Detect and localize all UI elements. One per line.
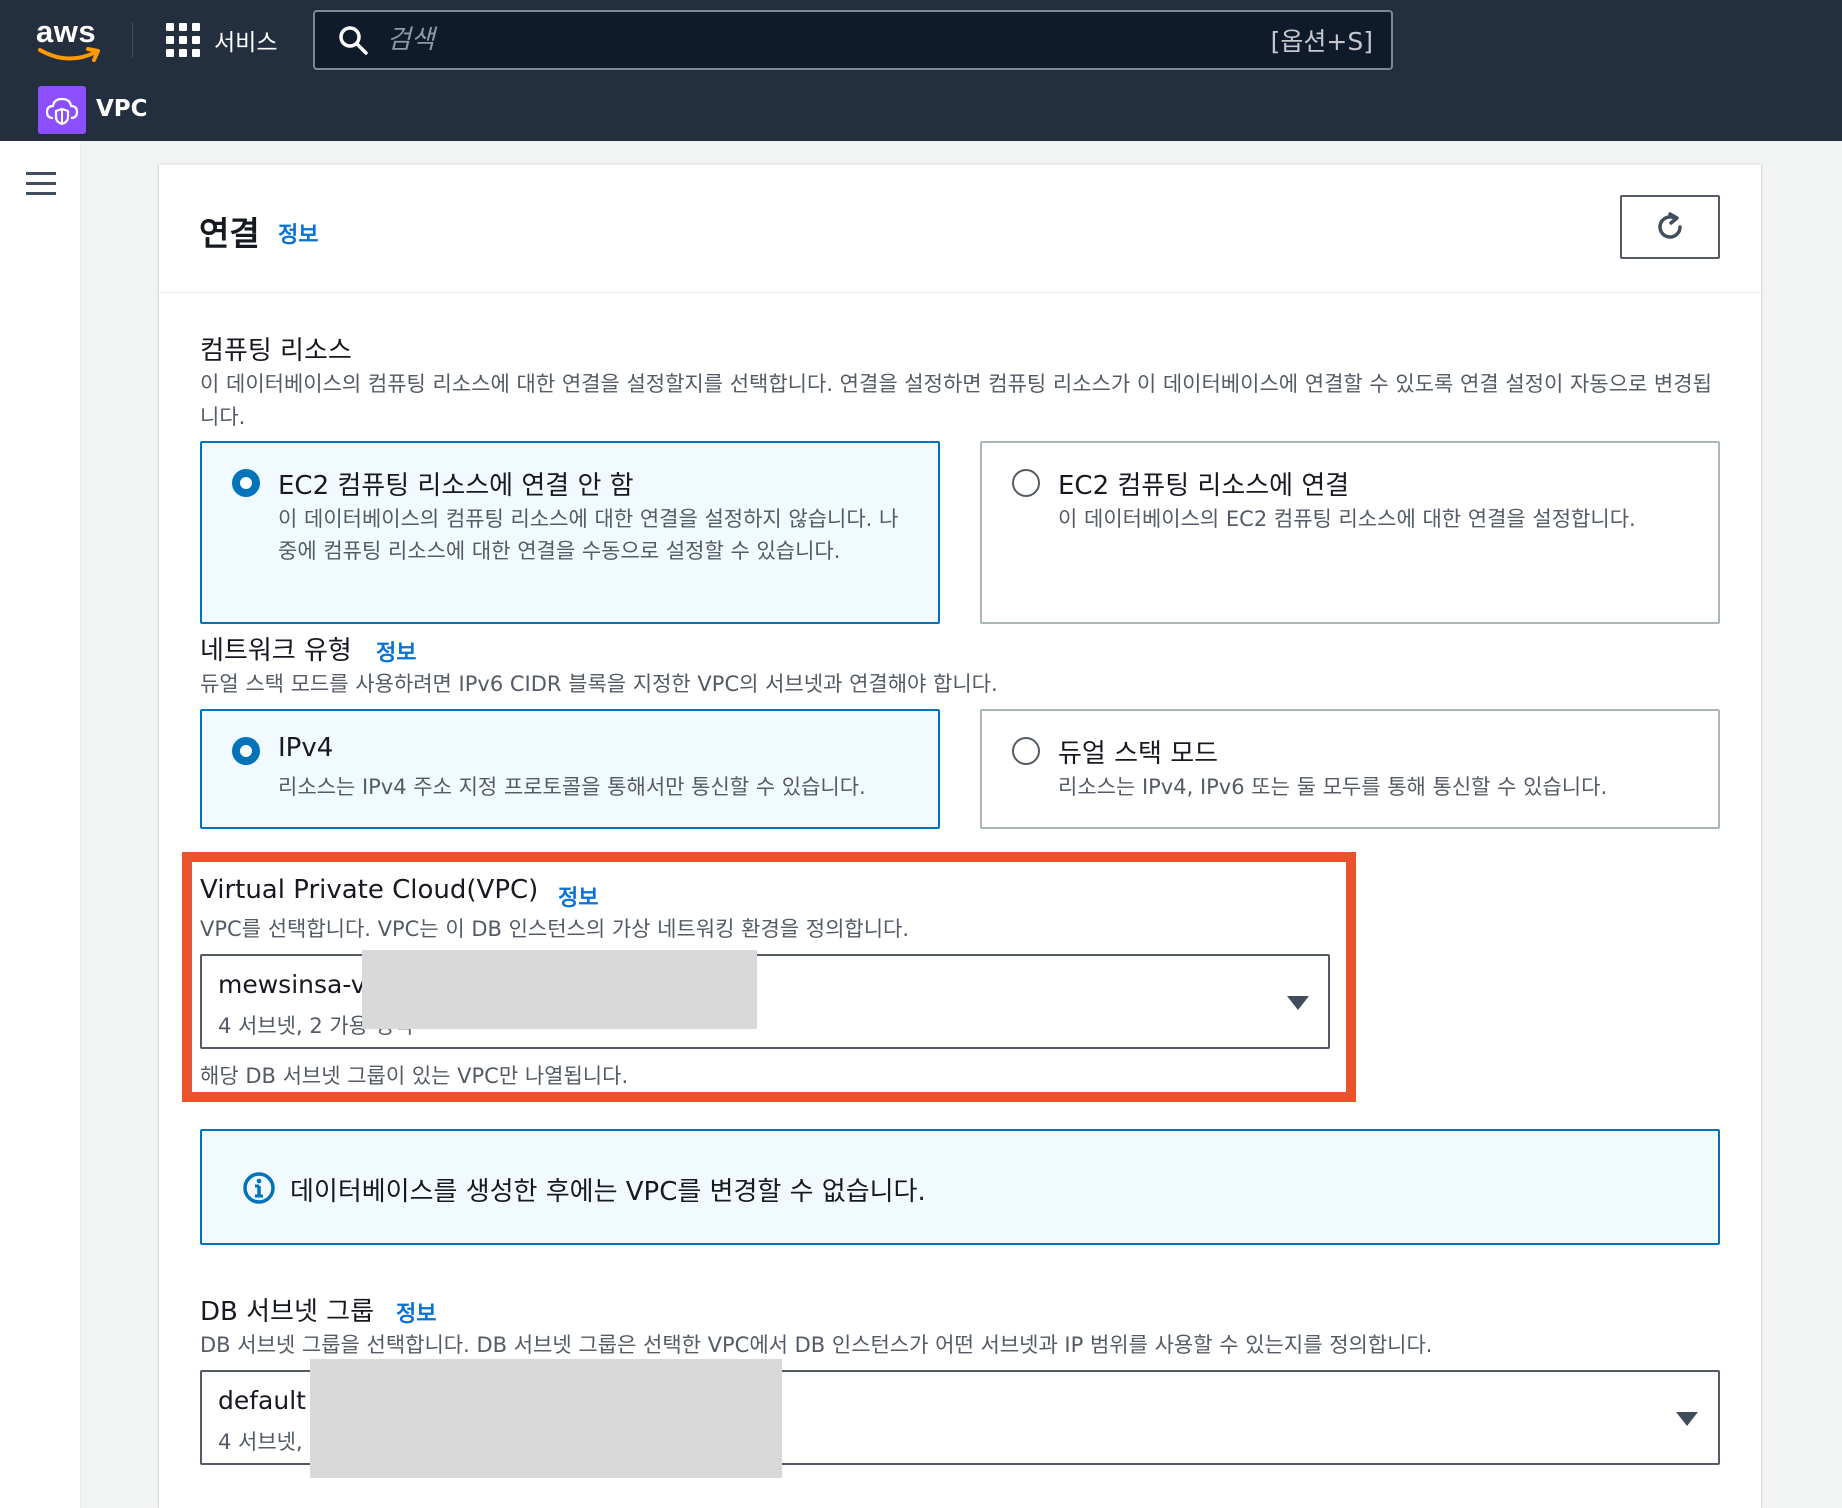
radio-dual-stack[interactable] — [1012, 737, 1040, 765]
search-shortcut-hint: [옵션+S] — [1270, 27, 1373, 56]
option-description: 이 데이터베이스의 컴퓨팅 리소스에 대한 연결을 설정하지 않습니다. 나중에… — [278, 507, 899, 563]
panel-title: 연결 — [199, 214, 260, 253]
option-description: 리소스는 IPv4, IPv6 또는 둘 모두를 통해 통신할 수 있습니다. — [1058, 775, 1608, 799]
vpc-selected-value: mewsinsa-v — [218, 970, 366, 999]
vpc-constraint-text: 해당 DB 서브넷 그룹이 있는 VPC만 나열됩니다. — [200, 1064, 629, 1088]
compute-resource-label: 컴퓨팅 리소스 — [200, 336, 352, 366]
top-navigation: aws 서비스 [옵션+S] VPC — [0, 0, 1842, 141]
option-title: IPv4 — [278, 733, 334, 763]
option-description: 리소스는 IPv4 주소 지정 프로토콜을 통해서만 통신할 수 있습니다. — [278, 775, 866, 799]
option-connect-ec2[interactable]: EC2 컴퓨팅 리소스에 연결 이 데이터베이스의 EC2 컴퓨팅 리소스에 대… — [980, 441, 1720, 624]
refresh-icon — [1658, 212, 1682, 239]
aws-logo-text: aws — [36, 14, 97, 49]
panel-header: 연결 정보 — [159, 165, 1761, 293]
services-label: 서비스 — [214, 30, 278, 56]
services-grid-icon — [166, 23, 200, 57]
subnet-group-selected-subtext: 4 서브넷, — [218, 1430, 303, 1454]
subnet-group-info-link[interactable]: 정보 — [396, 1296, 436, 1328]
info-icon — [243, 1172, 275, 1204]
redacted-area — [362, 950, 757, 1029]
compute-resource-description: 이 데이터베이스의 컴퓨팅 리소스에 대한 연결을 설정할지를 선택합니다. 연… — [200, 372, 1712, 429]
vpc-description: VPC를 선택합니다. VPC는 이 DB 인스턴스의 가상 네트워킹 환경을 … — [200, 917, 910, 941]
service-name[interactable]: VPC — [96, 96, 148, 122]
alert-message: 데이터베이스를 생성한 후에는 VPC를 변경할 수 없습니다. — [290, 1177, 926, 1207]
subnet-group-label: DB 서브넷 그룹 — [200, 1297, 374, 1327]
caret-down-icon — [1287, 996, 1309, 1010]
option-description: 이 데이터베이스의 EC2 컴퓨팅 리소스에 대한 연결을 설정합니다. — [1058, 507, 1636, 531]
option-ipv4[interactable]: IPv4 리소스는 IPv4 주소 지정 프로토콜을 통해서만 통신할 수 있습… — [200, 709, 940, 829]
network-type-description: 듀얼 스택 모드를 사용하려면 IPv6 CIDR 블록을 지정한 VPC의 서… — [200, 672, 998, 696]
search-bar[interactable]: [옵션+S] — [313, 10, 1393, 70]
radio-ipv4[interactable] — [232, 737, 260, 765]
side-navigation-rail — [0, 141, 81, 1508]
radio-no-ec2-connection[interactable] — [232, 469, 260, 497]
aws-logo[interactable]: aws — [36, 14, 106, 66]
subnet-group-description: DB 서브넷 그룹을 선택합니다. DB 서브넷 그룹은 선택한 VPC에서 D… — [200, 1333, 1433, 1357]
option-title: 듀얼 스택 모드 — [1058, 739, 1219, 769]
network-type-label: 네트워크 유형 — [200, 636, 352, 666]
menu-icon[interactable] — [26, 172, 56, 196]
search-input[interactable] — [369, 12, 1271, 68]
search-icon — [339, 26, 368, 55]
cloud-shield-icon — [45, 97, 79, 126]
panel-info-link[interactable]: 정보 — [278, 217, 318, 249]
refresh-button[interactable] — [1620, 195, 1720, 259]
vpc-info-link[interactable]: 정보 — [558, 880, 598, 912]
vpc-label: Virtual Private Cloud(VPC) — [200, 875, 539, 905]
services-menu-button[interactable]: 서비스 — [166, 22, 277, 58]
nav-divider — [132, 22, 133, 58]
option-dual-stack[interactable]: 듀얼 스택 모드 리소스는 IPv4, IPv6 또는 둘 모두를 통해 통신할… — [980, 709, 1720, 829]
info-alert: 데이터베이스를 생성한 후에는 VPC를 변경할 수 없습니다. — [200, 1129, 1720, 1245]
network-info-link[interactable]: 정보 — [376, 635, 416, 667]
redacted-area — [310, 1359, 782, 1478]
radio-connect-ec2[interactable] — [1012, 469, 1040, 497]
option-no-ec2-connection[interactable]: EC2 컴퓨팅 리소스에 연결 안 함 이 데이터베이스의 컴퓨팅 리소스에 대… — [200, 441, 940, 624]
subnet-group-selected-value: default — [218, 1386, 306, 1415]
caret-down-icon — [1676, 1412, 1698, 1426]
option-title: EC2 컴퓨팅 리소스에 연결 안 함 — [278, 471, 634, 501]
option-title: EC2 컴퓨팅 리소스에 연결 — [1058, 471, 1350, 501]
aws-smile-icon — [38, 47, 100, 62]
vpc-service-icon[interactable] — [38, 86, 86, 134]
